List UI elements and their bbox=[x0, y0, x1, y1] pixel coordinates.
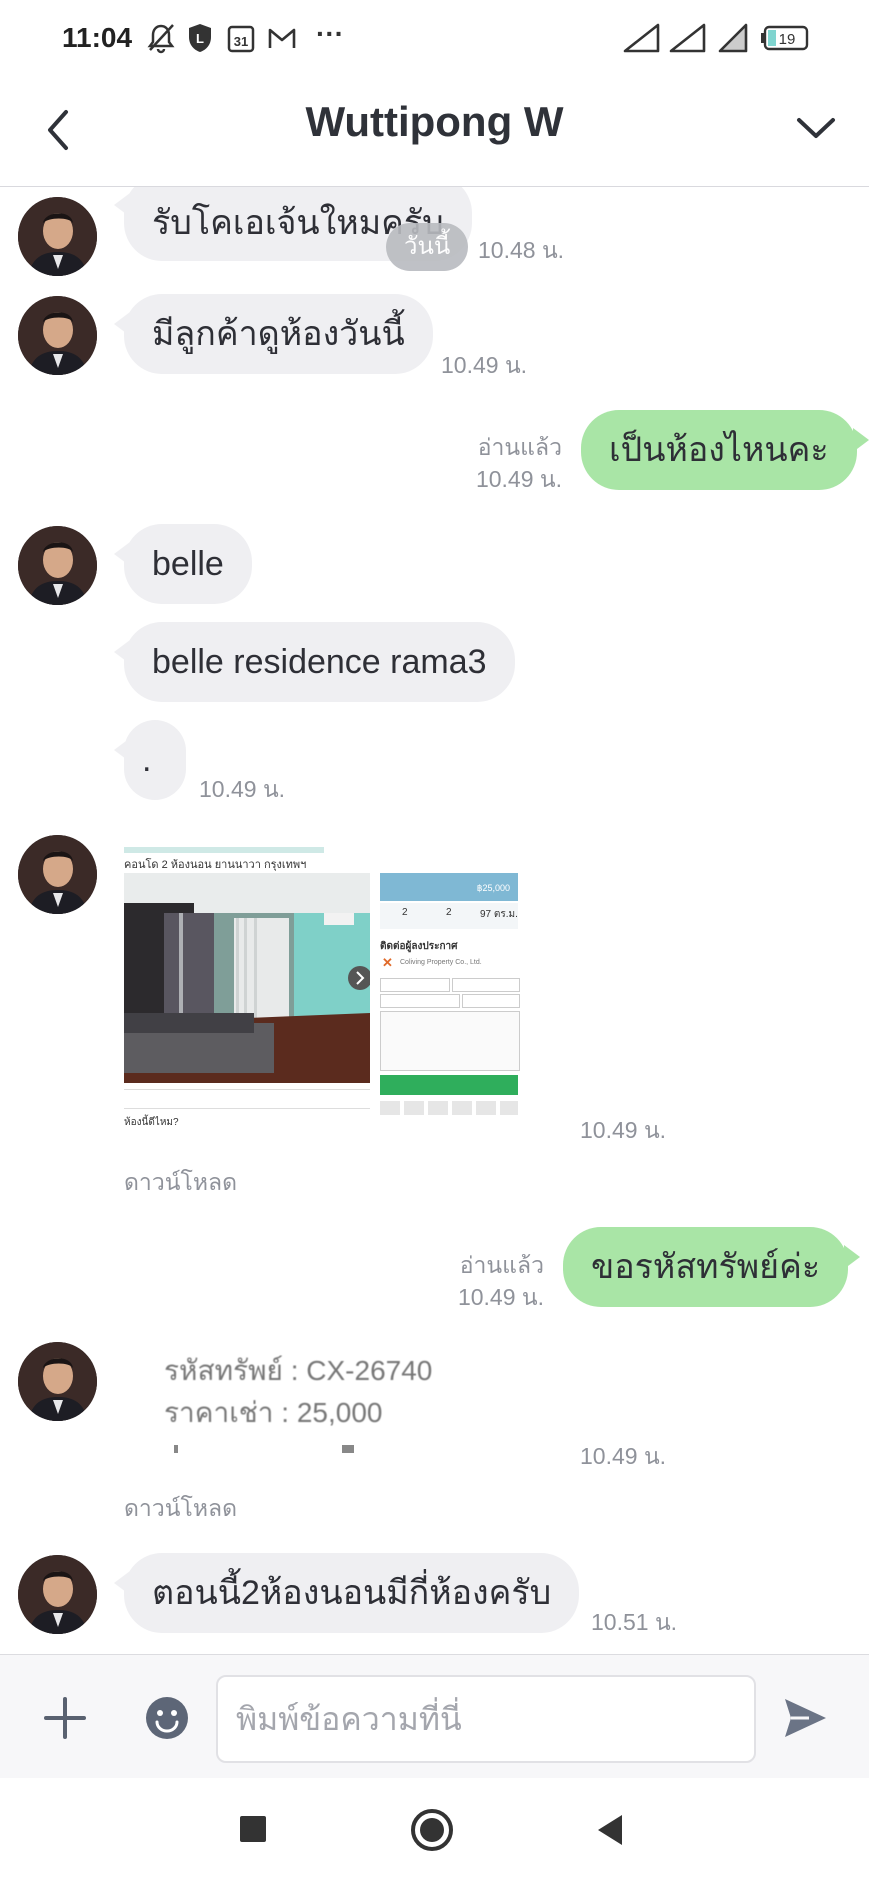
recents-icon[interactable] bbox=[238, 1814, 268, 1844]
listing-area: 97 ตร.ม. bbox=[480, 909, 518, 920]
chevron-down-icon[interactable] bbox=[791, 108, 841, 148]
gmail-icon bbox=[268, 28, 296, 48]
message-text: เป็นห้องไหนคะ bbox=[609, 431, 829, 469]
message-text: ตอนนี้2ห้องนอนมีกี่ห้องครับ bbox=[152, 1574, 552, 1612]
mobile-field bbox=[462, 994, 520, 1008]
message-bubble[interactable]: มีลูกค้าดูห้องวันนี้ bbox=[114, 294, 433, 374]
date-pill: วันนี้ bbox=[386, 223, 469, 271]
listing-image[interactable]: คอนโด 2 ห้องนอน ยานนาวา กรุงเทพฯ ห้องนี้… bbox=[124, 843, 520, 1139]
signal-icon bbox=[669, 23, 706, 53]
message-text: ขอรหัสทรัพย์ค่ะ bbox=[591, 1248, 821, 1286]
mute-bell-icon bbox=[147, 24, 175, 54]
status-time: 11:04 bbox=[62, 22, 133, 53]
download-link[interactable]: ดาวน์โหลด bbox=[124, 1491, 237, 1527]
message-time: 10.49 น. bbox=[475, 466, 562, 492]
message-bubble[interactable]: ตอนนี้2ห้องนอนมีกี่ห้องครับ bbox=[113, 1553, 580, 1633]
photo-tabs bbox=[124, 1089, 370, 1109]
phone-field bbox=[452, 978, 520, 992]
message-bubble[interactable]: belle residence rama3 bbox=[114, 622, 515, 702]
composer bbox=[0, 1654, 869, 1779]
read-receipt: อ่านแล้ว 10.49 น. bbox=[420, 1249, 544, 1313]
message-time: 10.49 น. bbox=[199, 776, 286, 802]
message-time: 10.51 น. bbox=[591, 1609, 678, 1635]
message-text: belle residence rama3 bbox=[152, 643, 487, 681]
listing-heading: คอนโด 2 ห้องนอน ยานนาวา กรุงเทพฯ bbox=[124, 859, 307, 871]
name-field bbox=[380, 978, 450, 992]
more-icon: ··· bbox=[316, 18, 344, 49]
agent-logo: ✕ bbox=[382, 955, 393, 970]
contact-heading: ติดต่อผู้ลงประกาศ bbox=[380, 941, 458, 952]
message-list[interactable]: รับโคเอเจ้นใหมครับ วันนี้ 10.48 น. มีลูก… bbox=[0, 187, 869, 1654]
agent-name: Coliving Property Co., Ltd. bbox=[400, 959, 482, 966]
shield-icon: L bbox=[189, 24, 211, 52]
rent-price: ราคาเช่า : 25,000 bbox=[164, 1397, 383, 1428]
consent-text bbox=[380, 1101, 518, 1115]
message-input-box[interactable] bbox=[216, 1675, 756, 1763]
emoji-icon[interactable] bbox=[144, 1695, 190, 1741]
calendar-icon: 31 bbox=[227, 25, 255, 53]
message-text: belle bbox=[152, 545, 224, 583]
avatar[interactable] bbox=[18, 296, 97, 375]
message-input[interactable] bbox=[218, 1677, 754, 1761]
plus-icon[interactable] bbox=[40, 1693, 90, 1743]
message-field bbox=[380, 1011, 520, 1071]
text-image[interactable]: รหัสทรัพย์ : CX-26740 ราคาเช่า : 25,000 bbox=[124, 1335, 520, 1453]
wifi-icon bbox=[718, 23, 748, 53]
message-bubble[interactable]: belle bbox=[114, 524, 252, 604]
message-text: . bbox=[142, 741, 152, 779]
listing-beds: 2 bbox=[402, 907, 408, 918]
avatar[interactable] bbox=[18, 1555, 97, 1634]
listing-footer-label: ห้องนี้ดีไหม? bbox=[124, 1117, 179, 1128]
property-code: รหัสทรัพย์ : CX-26740 bbox=[164, 1355, 433, 1386]
svg-text:19: 19 bbox=[779, 31, 796, 48]
message-time: 10.49 น. bbox=[580, 1117, 667, 1143]
download-link[interactable]: ดาวน์โหลด bbox=[124, 1165, 237, 1201]
sent-message-bubble[interactable]: เป็นห้องไหนคะ bbox=[581, 410, 869, 490]
message-bubble[interactable]: . bbox=[114, 720, 186, 800]
email-field bbox=[380, 994, 460, 1008]
send-icon[interactable] bbox=[780, 1693, 830, 1743]
text-fragment bbox=[174, 1445, 178, 1453]
avatar[interactable] bbox=[18, 1342, 97, 1421]
status-bar: 11:04 L 31 ··· 19 bbox=[0, 0, 869, 78]
message-time: 10.48 น. bbox=[478, 237, 565, 263]
battery-icon: 19 bbox=[761, 25, 809, 51]
message-time: 10.49 น. bbox=[441, 352, 528, 378]
system-nav-bar bbox=[0, 1778, 869, 1883]
listing-price: ฿25,000 bbox=[476, 883, 510, 893]
read-label: อ่านแล้ว bbox=[477, 434, 562, 460]
message-time: 10.49 น. bbox=[580, 1443, 667, 1469]
signal-icon bbox=[623, 23, 660, 53]
chat-title: Wuttipong W bbox=[305, 98, 564, 145]
avatar[interactable] bbox=[18, 835, 97, 914]
svg-text:L: L bbox=[196, 31, 204, 46]
message-text: มีลูกค้าดูห้องวันนี้ bbox=[152, 315, 405, 353]
price-banner: ฿25,000 bbox=[380, 873, 518, 901]
bedroom-photo bbox=[124, 873, 370, 1083]
read-receipt: อ่านแล้ว 10.49 น. bbox=[440, 431, 562, 495]
text-fragment bbox=[342, 1445, 354, 1453]
breadcrumb bbox=[124, 847, 324, 853]
home-icon[interactable] bbox=[410, 1808, 454, 1852]
svg-text:31: 31 bbox=[234, 34, 248, 49]
chat-header: Wuttipong W bbox=[0, 78, 869, 187]
back-icon[interactable] bbox=[594, 1812, 628, 1848]
read-label: อ่านแล้ว bbox=[459, 1252, 544, 1278]
listing-specs: 2 2 97 ตร.ม. bbox=[380, 903, 518, 929]
avatar[interactable] bbox=[18, 526, 97, 605]
sent-message-bubble[interactable]: ขอรหัสทรัพย์ค่ะ bbox=[563, 1227, 861, 1307]
message-time: 10.49 น. bbox=[457, 1284, 544, 1310]
avatar[interactable] bbox=[18, 197, 97, 276]
listing-baths: 2 bbox=[446, 907, 452, 918]
send-contact-button bbox=[380, 1075, 518, 1095]
